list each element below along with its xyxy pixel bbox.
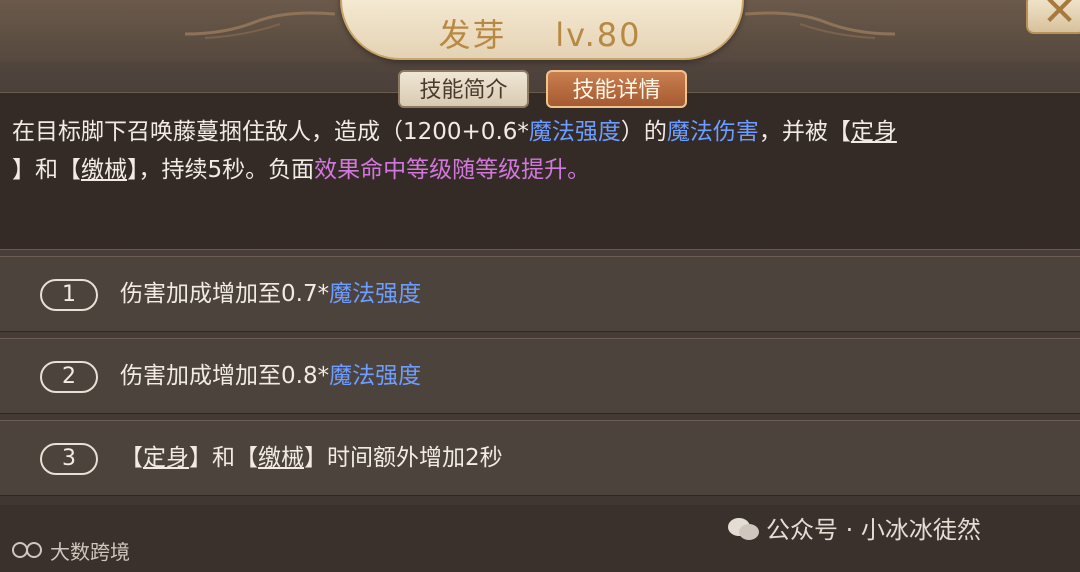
watermark-right: 公众号 · 小冰冰徒然 — [726, 510, 981, 545]
upgrade-text: 伤害加成增加至0.8*魔法强度 — [120, 363, 422, 389]
tab-skill-intro[interactable]: 技能简介 — [398, 70, 529, 108]
upgrade-row: 3 【定身】和【缴械】时间额外增加2秒 — [0, 420, 1080, 496]
brand-logo-icon — [12, 542, 42, 558]
ornament-left-icon — [185, 11, 335, 39]
wechat-icon — [728, 518, 759, 540]
skill-description: 在目标脚下召唤藤蔓捆住敌人，造成（1200+0.6*魔法强度）的魔法伤害，并被【… — [12, 113, 1076, 189]
magic-power-link[interactable]: 魔法强度 — [329, 363, 421, 389]
root-status-link[interactable]: 定身 — [143, 445, 189, 471]
disarm-status-link[interactable]: 缴械 — [258, 445, 304, 471]
skill-level: lv.80 — [555, 16, 642, 54]
upgrade-number-badge: 1 — [40, 279, 98, 311]
magic-power-link[interactable]: 魔法强度 — [329, 281, 421, 307]
close-icon: ✕ — [1042, 0, 1078, 35]
tab-skill-detail[interactable]: 技能详情 — [546, 70, 687, 108]
upgrade-text: 【定身】和【缴械】时间额外增加2秒 — [120, 445, 503, 471]
upgrade-number-badge: 3 — [40, 443, 98, 475]
upgrade-row: 1 伤害加成增加至0.7*魔法强度 — [0, 256, 1080, 332]
ornament-right-icon — [745, 11, 895, 39]
skill-title: 发芽 lv.80 — [340, 10, 740, 56]
description-line-2: 】和【缴械】，持续5秒。负面效果命中等级随等级提升。 — [12, 157, 591, 183]
upgrade-text: 伤害加成增加至0.7*魔法强度 — [120, 281, 422, 307]
root-status-link[interactable]: 定身 — [851, 119, 897, 145]
magic-damage-link[interactable]: 魔法伤害 — [667, 119, 759, 145]
tab-bar: 技能简介 技能详情 — [0, 70, 1080, 110]
watermark-left: 大数跨境 — [10, 536, 130, 565]
disarm-status-link[interactable]: 缴械 — [81, 157, 127, 183]
effect-hit-text: 效果命中等级随等级提升。 — [314, 157, 591, 183]
close-button[interactable]: ✕ — [1026, 0, 1080, 35]
magic-power-link[interactable]: 魔法强度 — [529, 119, 621, 145]
skill-description-panel: 在目标脚下召唤藤蔓捆住敌人，造成（1200+0.6*魔法强度）的魔法伤害，并被【… — [0, 92, 1080, 250]
upgrade-number-badge: 2 — [40, 361, 98, 393]
description-line-1: 在目标脚下召唤藤蔓捆住敌人，造成（1200+0.6*魔法强度）的魔法伤害，并被【… — [12, 119, 897, 145]
skill-panel: 发芽 lv.80 ✕ 在目标脚下召唤藤蔓捆住敌人，造成（1200+0.6*魔法强… — [0, 0, 1080, 572]
upgrade-row: 2 伤害加成增加至0.8*魔法强度 — [0, 338, 1080, 414]
skill-name: 发芽 — [438, 16, 507, 54]
